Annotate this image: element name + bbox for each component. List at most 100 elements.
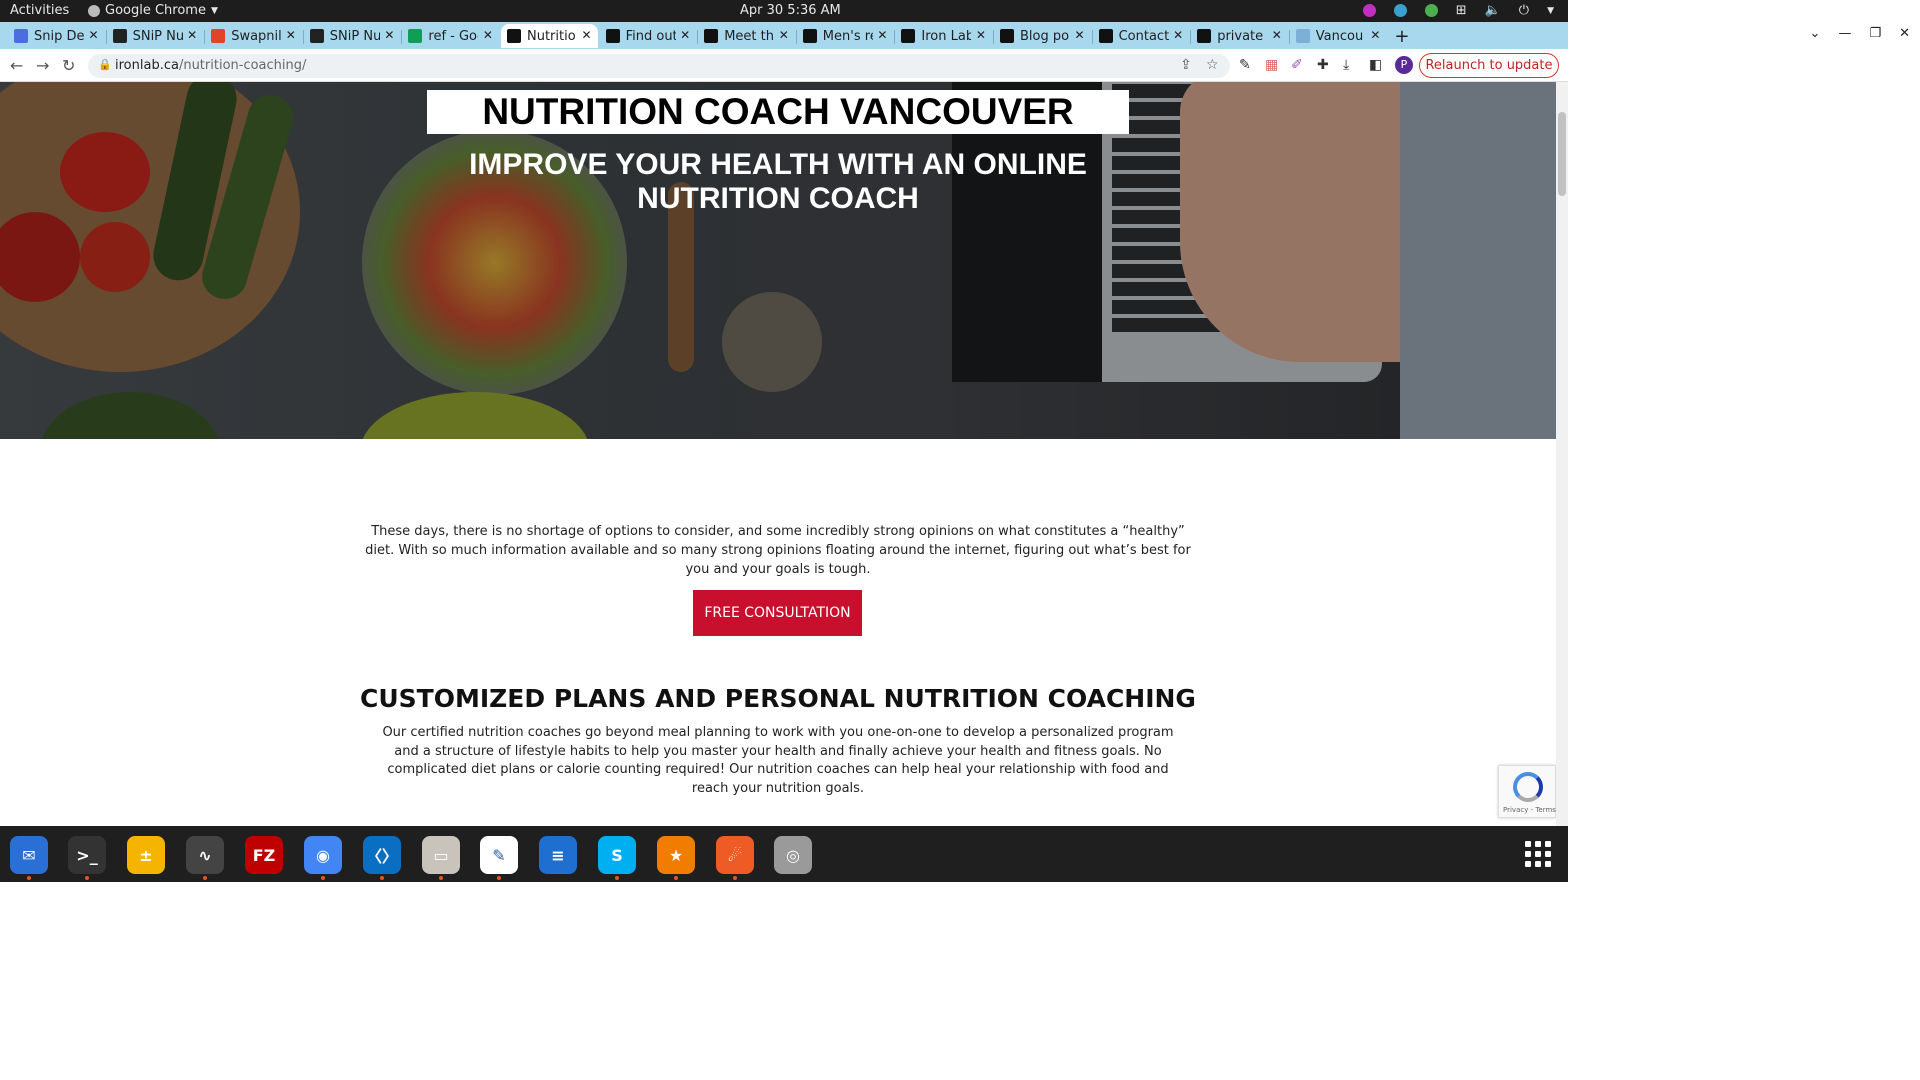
reload-icon[interactable]: ↻ xyxy=(62,56,75,75)
network-icon[interactable]: ⊞ xyxy=(1456,3,1467,18)
profile-avatar[interactable]: P xyxy=(1395,56,1413,74)
tab-favicon-icon xyxy=(1295,29,1310,43)
page-scrollbar[interactable] xyxy=(1556,82,1568,826)
files-glyph: ▭ xyxy=(433,845,449,865)
tab-close-icon[interactable]: ✕ xyxy=(187,28,197,42)
browser-tab[interactable]: Vancou ✕ xyxy=(1290,24,1387,48)
postman-dock-icon[interactable]: ☄ xyxy=(716,836,754,874)
forward-arrow-icon[interactable]: → xyxy=(36,56,49,75)
free-consultation-button[interactable]: FREE CONSULTATION xyxy=(693,590,862,636)
lock-icon[interactable]: 🔒 xyxy=(98,58,112,71)
app-flame-dock-icon[interactable]: ★ xyxy=(657,836,695,874)
calendar-extension-icon[interactable]: ▦ xyxy=(1265,57,1278,73)
address-bar[interactable]: 🔒 ironlab.ca/nutrition-coaching/ ⇪ ☆ xyxy=(88,54,1230,78)
calculator-dock-icon[interactable]: ± xyxy=(127,836,165,874)
tab-close-icon[interactable]: ✕ xyxy=(582,28,592,42)
scrollbar-thumb[interactable] xyxy=(1558,112,1566,196)
tab-close-icon[interactable]: ✕ xyxy=(483,28,493,42)
running-indicator xyxy=(85,876,89,880)
recaptcha-links[interactable]: Privacy - Terms xyxy=(1503,806,1556,814)
browser-tab[interactable]: Meet the ✕ xyxy=(698,24,795,48)
bookmark-star-icon[interactable]: ☆ xyxy=(1206,57,1219,73)
tab-close-icon[interactable]: ✕ xyxy=(1173,28,1183,42)
tab-close-icon[interactable]: ✕ xyxy=(779,28,789,42)
tab-separator xyxy=(302,30,304,44)
thunderbird-dock-icon[interactable]: ✉ xyxy=(10,836,48,874)
side-panel-icon[interactable]: ◧ xyxy=(1369,57,1382,73)
writer-dock-icon[interactable]: ≡ xyxy=(539,836,577,874)
filezilla-glyph: FZ xyxy=(252,845,276,865)
tray-check-icon[interactable] xyxy=(1424,4,1438,17)
tab-close-icon[interactable]: ✕ xyxy=(286,28,296,42)
tab-close-icon[interactable]: ✕ xyxy=(1075,28,1085,42)
chrome-dock-icon[interactable]: ◉ xyxy=(304,836,342,874)
relaunch-label: Relaunch to update xyxy=(1425,58,1553,73)
filezilla-dock-icon[interactable]: FZ xyxy=(245,836,283,874)
skype-dock-icon[interactable]: S xyxy=(598,836,636,874)
tab-close-icon[interactable]: ✕ xyxy=(89,28,99,42)
terminal-dock-icon[interactable]: >_ xyxy=(68,836,106,874)
tray-sync-icon[interactable] xyxy=(1393,4,1407,17)
tab-title: Find out xyxy=(625,28,676,44)
download-icon[interactable]: ⤓ xyxy=(1343,57,1349,73)
eyedropper-extension-icon[interactable]: ✎ xyxy=(1239,57,1251,73)
tab-title: private xyxy=(1217,28,1264,44)
tab-separator xyxy=(894,30,896,44)
app-menu[interactable]: Google Chrome ▼ xyxy=(88,3,218,18)
running-indicator xyxy=(615,876,619,880)
tab-strip: Snip Det✕SNiP Nu✕Swapnil✕SNiP Nu✕ref - G… xyxy=(0,22,1568,49)
browser-tab[interactable]: Snip Det ✕ xyxy=(8,24,105,48)
tab-favicon-icon xyxy=(507,29,521,43)
url-path: /nutrition-coaching/ xyxy=(178,58,307,73)
browser-tab[interactable]: SNiP Nu ✕ xyxy=(107,24,204,48)
files-dock-icon[interactable]: ▭ xyxy=(422,836,460,874)
tab-close-icon[interactable]: ✕ xyxy=(877,28,887,42)
clock[interactable]: Apr 30 5:36 AM xyxy=(740,3,841,18)
recaptcha-badge[interactable]: Privacy - Terms xyxy=(1498,765,1556,818)
show-apps-grid-icon[interactable] xyxy=(1525,841,1551,867)
browser-tab[interactable]: Iron Lab ✕ xyxy=(895,24,992,48)
close-window-icon[interactable]: ✕ xyxy=(1899,26,1910,41)
text-editor-dock-icon[interactable]: ✎ xyxy=(480,836,518,874)
browser-tab[interactable]: Nutritio ✕ xyxy=(501,24,598,48)
tab-close-icon[interactable]: ✕ xyxy=(976,28,986,42)
back-arrow-icon[interactable]: ← xyxy=(10,56,23,75)
browser-tab[interactable]: SNiP Nu ✕ xyxy=(304,24,401,48)
vscode-dock-icon[interactable]: 〈〉 xyxy=(363,836,401,874)
browser-toolbar: ← → ↻ 🔒 ironlab.ca/nutrition-coaching/ ⇪… xyxy=(0,49,1568,96)
url-text[interactable]: ironlab.ca/nutrition-coaching/ xyxy=(115,58,306,73)
browser-tab[interactable]: Contact ✕ xyxy=(1093,24,1190,48)
chevron-down-icon[interactable]: ▼ xyxy=(1547,6,1554,16)
share-icon[interactable]: ⇪ xyxy=(1180,57,1192,73)
minimize-icon[interactable]: — xyxy=(1838,26,1851,41)
browser-tab[interactable]: private ✕ xyxy=(1191,24,1288,48)
tab-favicon-icon xyxy=(802,29,817,43)
tab-title: ref - Goo xyxy=(428,28,478,44)
new-tab-button[interactable]: + xyxy=(1388,24,1416,48)
browser-tab[interactable]: ref - Goo ✕ xyxy=(402,24,499,48)
app-flame-glyph: ★ xyxy=(668,845,684,865)
power-icon[interactable]: ⏻ xyxy=(1519,3,1529,18)
browser-tab[interactable]: Find out ✕ xyxy=(600,24,697,48)
tab-close-icon[interactable]: ✕ xyxy=(1370,28,1380,42)
tab-title: Snip Det xyxy=(34,28,84,44)
tab-close-icon[interactable]: ✕ xyxy=(680,28,690,42)
disk-app-dock-icon[interactable]: ◎ xyxy=(774,836,812,874)
tab-title: Nutritio xyxy=(527,28,576,44)
extensions-puzzle-icon[interactable]: ✚ xyxy=(1317,57,1329,73)
pen-extension-icon[interactable]: ✐ xyxy=(1291,57,1303,73)
tab-search-icon[interactable]: ⌄ xyxy=(1810,26,1821,41)
browser-tab[interactable]: Swapnil ✕ xyxy=(205,24,302,48)
restore-icon[interactable]: ❐ xyxy=(1869,26,1881,41)
tab-close-icon[interactable]: ✕ xyxy=(384,28,394,42)
tab-close-icon[interactable]: ✕ xyxy=(1272,28,1282,42)
tray-app-icon[interactable] xyxy=(1362,4,1376,17)
browser-tab[interactable]: Blog po ✕ xyxy=(994,24,1091,48)
browser-tab[interactable]: Men's re ✕ xyxy=(797,24,894,48)
system-tray[interactable]: ⊞ 🔈 ⏻ ▼ xyxy=(1362,3,1554,18)
tab-title: Iron Lab xyxy=(921,28,972,44)
system-monitor-dock-icon[interactable]: ∿ xyxy=(186,836,224,874)
volume-icon[interactable]: 🔈 xyxy=(1485,3,1501,18)
relaunch-button[interactable]: Relaunch to update ⋮ xyxy=(1419,53,1559,96)
activities-button[interactable]: Activities xyxy=(10,3,69,18)
